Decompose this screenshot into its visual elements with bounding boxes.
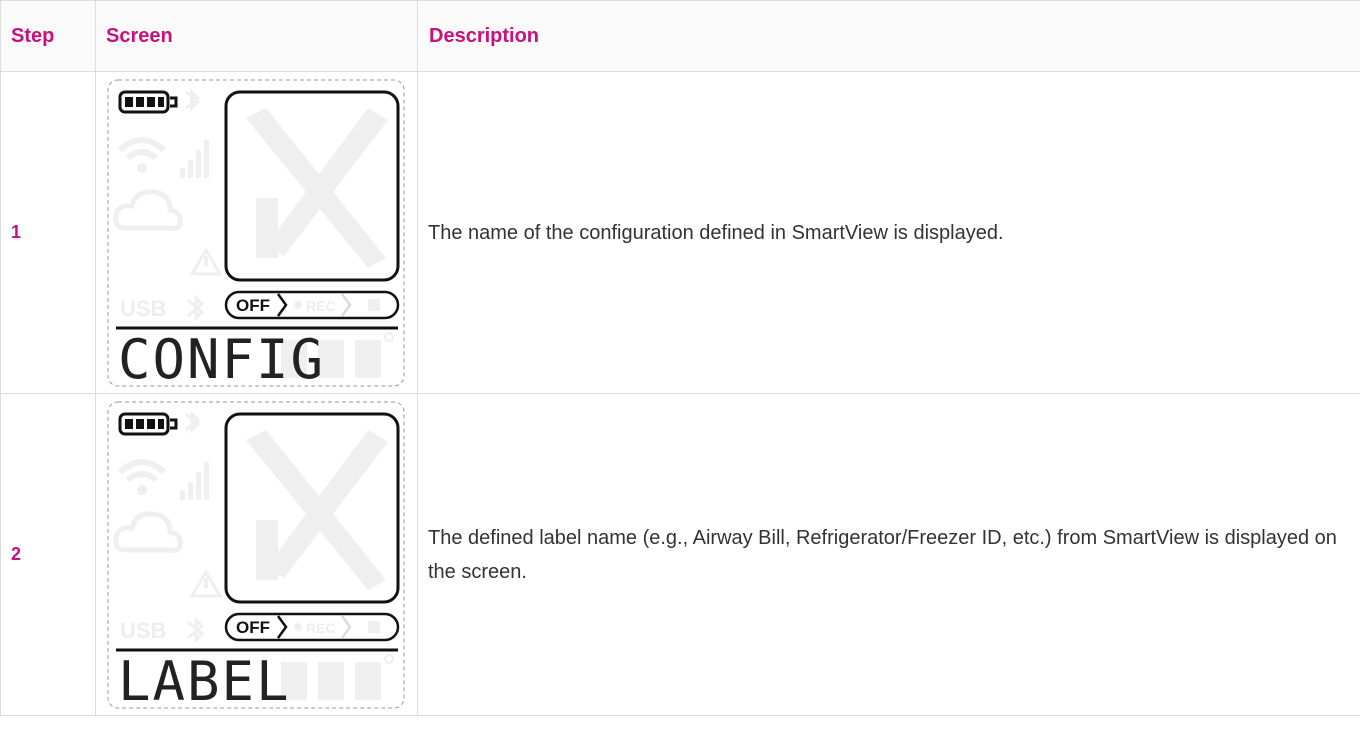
- header-step: Step: [0, 0, 96, 72]
- step-number: 2: [0, 393, 96, 716]
- record-dot-icon: [294, 300, 302, 309]
- rec-label: REC: [306, 298, 336, 314]
- step-number: 1: [0, 71, 96, 394]
- stop-square-icon: [368, 298, 380, 311]
- header-screen: Screen: [95, 0, 418, 72]
- table-header-row: Step Screen Description: [0, 0, 1360, 72]
- wifi-icon: [117, 136, 167, 173]
- signal-bars-icon: [180, 139, 209, 178]
- table-row: 1 USB OFF REC CONFIG The name of the con…: [0, 71, 1360, 394]
- bluetooth-icon: [187, 615, 205, 644]
- cloud-icon: [113, 510, 183, 553]
- rec-label: REC: [306, 620, 336, 636]
- status-bar: OFF REC: [224, 290, 400, 319]
- lcd-screen-config: USB OFF REC CONFIG: [107, 79, 405, 388]
- signal-bars-icon: [180, 461, 209, 500]
- wifi-icon: [117, 458, 167, 495]
- cloud-icon: [113, 188, 183, 231]
- usb-label: USB: [120, 296, 166, 321]
- off-label: OFF: [236, 618, 270, 637]
- status-bar: OFF REC: [224, 612, 400, 641]
- bluetooth-icon: [185, 409, 201, 434]
- segment-background: [281, 653, 394, 700]
- off-label: OFF: [236, 296, 270, 315]
- display-text: LABEL: [118, 650, 291, 710]
- warning-icon: [189, 246, 223, 275]
- steps-table: Step Screen Description 1 USB OFF REC CO…: [0, 0, 1360, 716]
- usb-label: USB: [120, 618, 166, 643]
- record-dot-icon: [294, 622, 302, 631]
- step-description: The defined label name (e.g., Airway Bil…: [417, 393, 1360, 716]
- bluetooth-icon: [187, 293, 205, 322]
- step-description: The name of the configuration defined in…: [417, 71, 1360, 394]
- screen-cell: USB OFF REC CONFIG: [95, 71, 418, 394]
- battery-icon: [118, 412, 178, 435]
- stop-square-icon: [368, 620, 380, 633]
- table-row: 2 USB OFF REC LABEL The defined label na…: [0, 393, 1360, 716]
- battery-icon: [118, 90, 178, 113]
- screen-cell: USB OFF REC LABEL: [95, 393, 418, 716]
- display-text: CONFIG: [118, 328, 325, 388]
- bluetooth-icon: [185, 87, 201, 112]
- header-description: Description: [417, 0, 1360, 72]
- warning-icon: [189, 568, 223, 597]
- lcd-screen-label: USB OFF REC LABEL: [107, 401, 405, 710]
